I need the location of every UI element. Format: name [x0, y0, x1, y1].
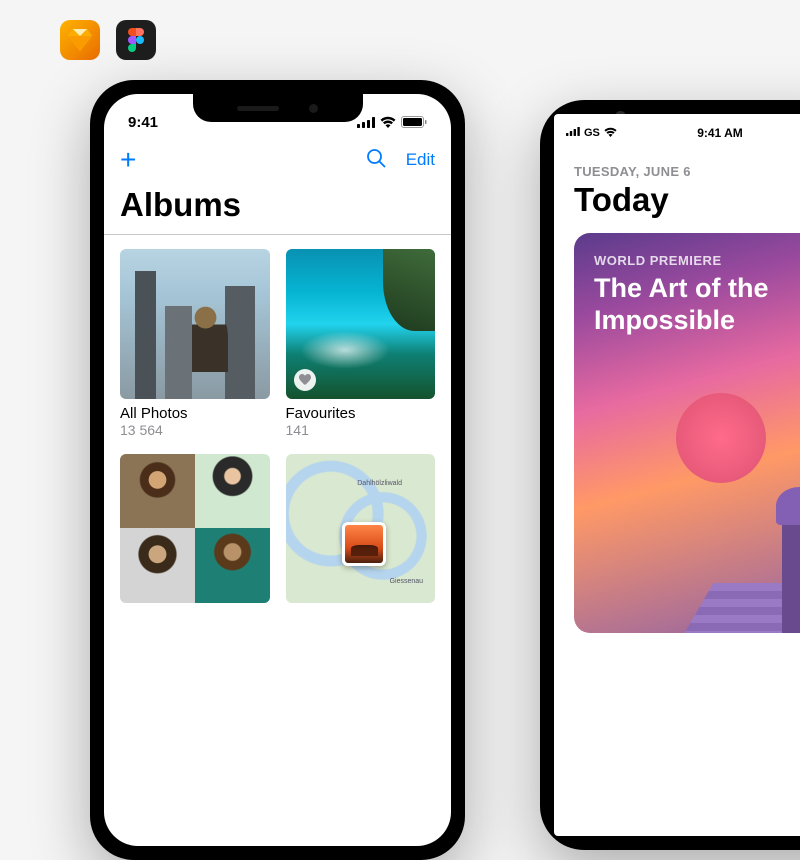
- page-title: Albums: [104, 182, 451, 234]
- iphone-x-mockup: 9:41 + Edit Albums All Photos 13 564: [90, 80, 465, 860]
- status-time: 9:41 AM: [697, 126, 743, 140]
- carrier-label: GS: [584, 127, 600, 139]
- cellular-signal-icon: [357, 117, 375, 128]
- page-title: Today: [554, 181, 800, 233]
- figma-app-icon: [116, 20, 156, 60]
- album-thumbnail: Dahlhölzliwald Giessenau: [286, 454, 436, 604]
- album-title: Favourites: [286, 405, 436, 422]
- status-bar: GS 9:41 AM: [554, 114, 800, 144]
- album-thumbnail: [286, 249, 436, 399]
- map-label: Giessenau: [390, 578, 423, 585]
- iphone-8-mockup: GS 9:41 AM TUESDAY, JUNE 6 Today WORLD P…: [540, 100, 800, 850]
- album-count: 13 564: [120, 422, 270, 438]
- album-people[interactable]: [120, 454, 270, 604]
- wifi-icon: [380, 116, 396, 128]
- map-label: Dahlhölzliwald: [357, 480, 402, 487]
- card-title: The Art of the Impossible: [574, 272, 800, 337]
- status-time: 9:41: [128, 114, 158, 131]
- add-album-button[interactable]: +: [120, 146, 136, 174]
- album-count: 141: [286, 422, 436, 438]
- divider: [104, 234, 451, 235]
- edit-button[interactable]: Edit: [406, 150, 435, 170]
- navigation-bar: + Edit: [104, 138, 451, 182]
- album-all-photos[interactable]: All Photos 13 564: [120, 249, 270, 438]
- search-button[interactable]: [366, 148, 386, 173]
- today-date: TUESDAY, JUNE 6: [554, 144, 800, 181]
- album-title: All Photos: [120, 405, 270, 422]
- wifi-icon: [604, 127, 617, 140]
- card-eyebrow: WORLD PREMIERE: [574, 233, 800, 272]
- album-thumbnail: [120, 249, 270, 399]
- cellular-signal-icon: [566, 127, 580, 139]
- today-feature-card[interactable]: WORLD PREMIERE The Art of the Impossible: [574, 233, 800, 633]
- heart-icon: [294, 369, 316, 391]
- battery-icon: [401, 116, 427, 128]
- album-places[interactable]: Dahlhölzliwald Giessenau: [286, 454, 436, 604]
- map-pin-icon: [342, 522, 386, 566]
- sketch-app-icon: [60, 20, 100, 60]
- album-favourites[interactable]: Favourites 141: [286, 249, 436, 438]
- album-thumbnail: [120, 454, 270, 604]
